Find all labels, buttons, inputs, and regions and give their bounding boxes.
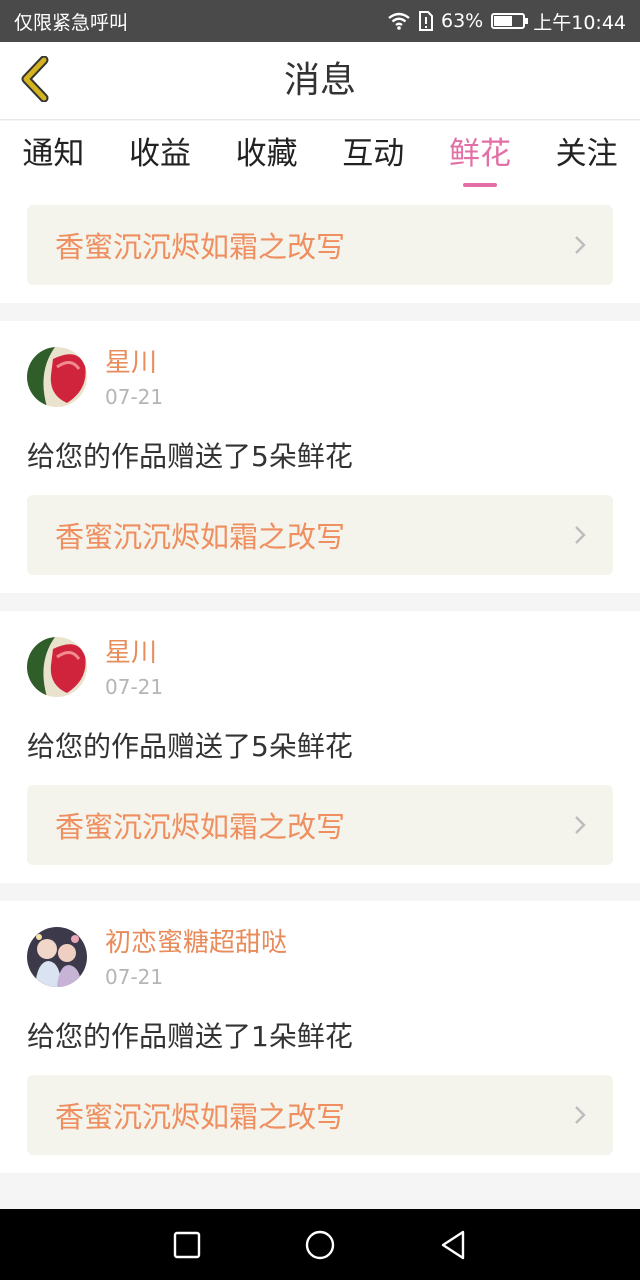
sender-name[interactable]: 星川	[105, 637, 163, 669]
tab-following[interactable]: 关注	[552, 121, 622, 193]
avatar[interactable]	[27, 637, 87, 697]
work-title: 香蜜沉沉烬如霜之改写	[55, 520, 346, 554]
list-item: 星川 07-21 给您的作品赠送了5朵鲜花 香蜜沉沉烬如霜之改写	[0, 611, 640, 883]
system-nav-bar	[0, 1209, 640, 1280]
triangle-back-icon	[442, 1230, 465, 1259]
message-text: 给您的作品赠送了5朵鲜花	[27, 440, 353, 473]
work-link[interactable]: 香蜜沉沉烬如霜之改写	[27, 785, 613, 865]
list-item: 初恋蜜糖超甜哒 07-21 给您的作品赠送了1朵鲜花 香蜜沉沉烬如霜之改写	[0, 901, 640, 1173]
work-link[interactable]: 香蜜沉沉烬如霜之改写	[27, 205, 613, 285]
battery-percent: 63%	[441, 10, 484, 32]
tab-favorites[interactable]: 收藏	[232, 121, 302, 193]
square-icon	[173, 1231, 200, 1258]
back-button[interactable]	[10, 54, 60, 104]
recent-apps-button[interactable]	[167, 1225, 207, 1265]
home-button[interactable]	[300, 1225, 340, 1265]
work-title: 香蜜沉沉烬如霜之改写	[55, 810, 346, 844]
message-date: 07-21	[105, 385, 164, 409]
tab-notifications[interactable]: 通知	[18, 121, 88, 193]
work-title: 香蜜沉沉烬如霜之改写	[55, 230, 346, 264]
header: 消息	[0, 42, 640, 120]
avatar[interactable]	[27, 347, 87, 407]
wifi-icon	[388, 12, 410, 30]
avatar-image	[27, 347, 87, 407]
tab-earnings[interactable]: 收益	[125, 121, 195, 193]
avatar-image	[27, 927, 87, 987]
tab-interactions[interactable]: 互动	[338, 121, 408, 193]
sim-alert-icon	[419, 11, 433, 31]
message-text: 给您的作品赠送了5朵鲜花	[27, 730, 353, 763]
message-list: 香蜜沉沉烬如霜之改写 星川 07-21 给您的作品赠送了5朵鲜花 香蜜沉沉烬如霜…	[0, 193, 640, 1209]
sender-name[interactable]: 星川	[105, 347, 163, 379]
carrier-text: 仅限紧急呼叫	[14, 11, 129, 34]
chevron-left-icon	[21, 56, 49, 102]
chevron-right-icon	[575, 526, 586, 544]
list-item: 香蜜沉沉烬如霜之改写	[0, 193, 640, 303]
work-title: 香蜜沉沉烬如霜之改写	[55, 1100, 346, 1134]
circle-icon	[305, 1230, 335, 1259]
clock: 上午10:44	[533, 11, 626, 34]
chevron-right-icon	[575, 1106, 586, 1124]
message-text: 给您的作品赠送了1朵鲜花	[27, 1020, 353, 1053]
avatar-image	[27, 637, 87, 697]
status-indicators: 63% 上午10:44	[387, 8, 626, 35]
sender-name[interactable]: 初恋蜜糖超甜哒	[105, 927, 287, 959]
status-bar: 仅限紧急呼叫 63% 上午10:44	[0, 0, 640, 42]
list-item: 星川 07-21 给您的作品赠送了5朵鲜花 香蜜沉沉烬如霜之改写	[0, 321, 640, 593]
back-nav-button[interactable]	[433, 1225, 473, 1265]
chevron-right-icon	[575, 816, 586, 834]
avatar[interactable]	[27, 927, 87, 987]
battery-icon	[491, 13, 529, 29]
work-link[interactable]: 香蜜沉沉烬如霜之改写	[27, 1075, 613, 1155]
chevron-right-icon	[575, 236, 586, 254]
message-date: 07-21	[105, 675, 164, 699]
work-link[interactable]: 香蜜沉沉烬如霜之改写	[27, 495, 613, 575]
page-title: 消息	[283, 60, 356, 101]
tab-bar: 通知 收益 收藏 互动 鲜花 关注	[0, 121, 640, 193]
tab-flowers[interactable]: 鲜花	[445, 121, 515, 193]
message-date: 07-21	[105, 965, 164, 989]
